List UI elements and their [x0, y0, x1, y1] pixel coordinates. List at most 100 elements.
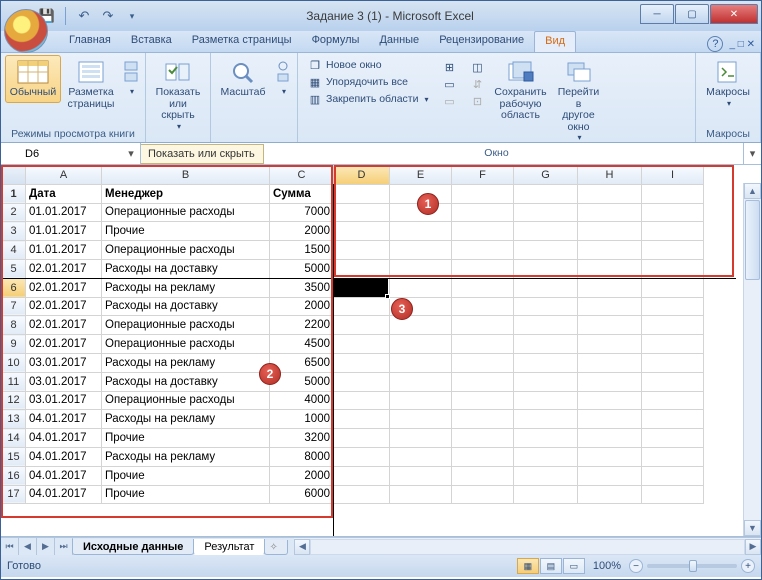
- col-header-E[interactable]: E: [390, 166, 452, 185]
- cell[interactable]: [390, 222, 452, 241]
- cell[interactable]: [334, 203, 390, 222]
- cell[interactable]: [452, 203, 514, 222]
- cell[interactable]: Расходы на рекламу: [102, 410, 270, 429]
- cell[interactable]: [514, 335, 578, 354]
- cell[interactable]: [642, 466, 704, 485]
- zoom-out-button[interactable]: −: [629, 559, 643, 573]
- sheet-nav-next[interactable]: ▶: [37, 538, 55, 555]
- cell[interactable]: [514, 259, 578, 278]
- cell[interactable]: Менеджер: [102, 184, 270, 203]
- cell[interactable]: 4500: [270, 335, 334, 354]
- cell[interactable]: 04.01.2017: [26, 466, 102, 485]
- cell[interactable]: Расходы на доставку: [102, 259, 270, 278]
- macros-button[interactable]: Макросы ▾: [700, 55, 756, 112]
- cell[interactable]: [452, 429, 514, 448]
- cell[interactable]: [334, 466, 390, 485]
- cell[interactable]: 5000: [270, 372, 334, 391]
- new-window-button[interactable]: ❐Новое окно: [306, 57, 431, 73]
- cell[interactable]: Операционные расходы: [102, 335, 270, 354]
- cell[interactable]: [452, 410, 514, 429]
- cell[interactable]: [452, 316, 514, 335]
- cell[interactable]: [452, 372, 514, 391]
- minimize-button[interactable]: ─: [640, 4, 674, 24]
- sheet-nav-prev[interactable]: ◀: [19, 538, 37, 555]
- col-header-H[interactable]: H: [578, 166, 642, 185]
- cell[interactable]: 01.01.2017: [26, 241, 102, 260]
- cell[interactable]: 2000: [270, 466, 334, 485]
- row-header[interactable]: 17: [2, 485, 26, 504]
- col-header-D[interactable]: D: [334, 166, 390, 185]
- row-header[interactable]: 5: [2, 259, 26, 278]
- cell[interactable]: [334, 316, 390, 335]
- cell[interactable]: [334, 447, 390, 466]
- cell[interactable]: [642, 297, 704, 316]
- cell[interactable]: 03.01.2017: [26, 353, 102, 372]
- cell[interactable]: [452, 485, 514, 504]
- cell[interactable]: [390, 335, 452, 354]
- cell[interactable]: [452, 241, 514, 260]
- zoom-thumb[interactable]: [689, 560, 697, 572]
- cell[interactable]: [642, 429, 704, 448]
- ribbon-tab-2[interactable]: Разметка страницы: [182, 31, 302, 52]
- row-header[interactable]: 3: [2, 222, 26, 241]
- unhide-button[interactable]: ▭: [441, 93, 459, 109]
- view-normal-shortcut[interactable]: ▦: [517, 558, 539, 574]
- row-header[interactable]: 14: [2, 429, 26, 448]
- cell[interactable]: [390, 316, 452, 335]
- normal-view-button[interactable]: Обычный: [5, 55, 61, 103]
- cell[interactable]: 4000: [270, 391, 334, 410]
- name-box[interactable]: D6 ▾: [1, 143, 141, 164]
- switch-windows-button[interactable]: Перейти в другое окно ▾: [551, 55, 607, 146]
- save-workspace-button[interactable]: Сохранить рабочую область: [493, 55, 549, 126]
- view-break-shortcut[interactable]: ▭: [563, 558, 585, 574]
- cell[interactable]: 3500: [270, 278, 334, 297]
- ribbon-tab-3[interactable]: Формулы: [302, 31, 370, 52]
- sheet-tab-result[interactable]: Результат: [193, 539, 265, 555]
- cell[interactable]: 01.01.2017: [26, 222, 102, 241]
- cell[interactable]: Дата: [26, 184, 102, 203]
- cell[interactable]: [642, 259, 704, 278]
- cell[interactable]: [334, 222, 390, 241]
- cell[interactable]: [578, 241, 642, 260]
- row-header[interactable]: 1: [2, 184, 26, 203]
- cell[interactable]: Операционные расходы: [102, 241, 270, 260]
- cell[interactable]: [390, 372, 452, 391]
- cell[interactable]: [390, 391, 452, 410]
- cell[interactable]: [390, 184, 452, 203]
- cell[interactable]: [334, 184, 390, 203]
- cell[interactable]: Прочие: [102, 429, 270, 448]
- cell[interactable]: [578, 391, 642, 410]
- cell[interactable]: [514, 278, 578, 297]
- cell[interactable]: [514, 316, 578, 335]
- cell[interactable]: [452, 353, 514, 372]
- row-header[interactable]: 13: [2, 410, 26, 429]
- cell[interactable]: [642, 222, 704, 241]
- arrange-all-button[interactable]: ▦Упорядочить все: [306, 74, 431, 90]
- cell[interactable]: [578, 297, 642, 316]
- cell[interactable]: [514, 429, 578, 448]
- row-header[interactable]: 7: [2, 297, 26, 316]
- cell[interactable]: [390, 297, 452, 316]
- views-more-button[interactable]: ▾: [121, 55, 141, 100]
- cell[interactable]: [452, 259, 514, 278]
- cell[interactable]: 02.01.2017: [26, 297, 102, 316]
- row-header[interactable]: 12: [2, 391, 26, 410]
- cell[interactable]: 8000: [270, 447, 334, 466]
- cell[interactable]: [578, 447, 642, 466]
- ribbon-tab-6[interactable]: Вид: [534, 31, 576, 52]
- sheet-nav-last[interactable]: ⏭: [55, 538, 73, 555]
- cell[interactable]: Расходы на рекламу: [102, 447, 270, 466]
- mdi-controls-icon[interactable]: _ □ ✕: [729, 39, 755, 50]
- worksheet-grid[interactable]: ABCDEFGHI1ДатаМенеджерСумма201.01.2017Оп…: [1, 165, 761, 537]
- cell[interactable]: [514, 372, 578, 391]
- cell[interactable]: [390, 203, 452, 222]
- cell[interactable]: [334, 297, 390, 316]
- cell[interactable]: Расходы на доставку: [102, 372, 270, 391]
- cell[interactable]: [514, 203, 578, 222]
- ribbon-tab-0[interactable]: Главная: [59, 31, 121, 52]
- col-header-C[interactable]: C: [270, 166, 334, 185]
- cell[interactable]: 02.01.2017: [26, 316, 102, 335]
- cell[interactable]: [642, 203, 704, 222]
- freeze-panes-button[interactable]: ▥Закрепить области▾: [306, 91, 431, 107]
- row-header[interactable]: 9: [2, 335, 26, 354]
